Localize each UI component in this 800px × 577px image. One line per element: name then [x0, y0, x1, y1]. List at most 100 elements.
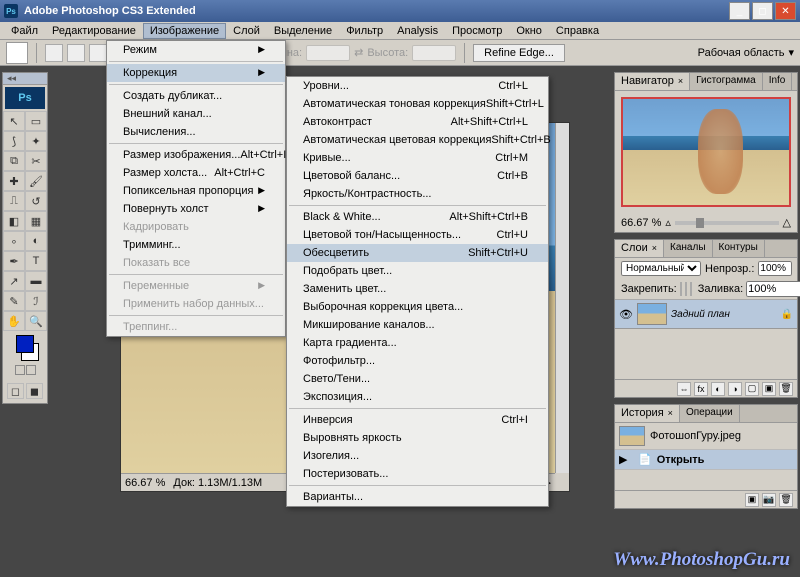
menu-item[interactable]: Свето/Тени... — [287, 370, 548, 388]
adjustment-icon[interactable]: ◑ — [728, 382, 742, 396]
menu-select[interactable]: Выделение — [267, 23, 339, 39]
menu-item[interactable]: ОбесцветитьShift+Ctrl+U — [287, 244, 548, 262]
dodge-tool[interactable]: ◐ — [25, 231, 47, 251]
marquee-rect-icon[interactable] — [45, 44, 63, 62]
menu-item[interactable]: Цветовой тон/Насыщенность...Ctrl+U — [287, 226, 548, 244]
menu-edit[interactable]: Редактирование — [45, 23, 143, 39]
menu-item[interactable]: Вычисления... — [107, 123, 285, 141]
menu-item[interactable]: АвтоконтрастAlt+Shift+Ctrl+L — [287, 113, 548, 131]
refine-edge-button[interactable]: Refine Edge... — [473, 44, 565, 62]
stamp-tool[interactable]: ⎍ — [3, 191, 25, 211]
zoom-value[interactable]: 66.67 % — [125, 477, 165, 489]
menu-help[interactable]: Справка — [549, 23, 606, 39]
eraser-tool[interactable]: ◧ — [3, 211, 25, 231]
menu-analysis[interactable]: Analysis — [390, 23, 445, 39]
menu-item[interactable]: Подобрать цвет... — [287, 262, 548, 280]
menu-file[interactable]: Файл — [4, 23, 45, 39]
tab-layers[interactable]: Слои× — [615, 240, 664, 257]
folder-icon[interactable]: ▢ — [745, 382, 759, 396]
tab-channels[interactable]: Каналы — [664, 240, 713, 257]
minimize-button[interactable]: _ — [729, 2, 750, 20]
menu-item[interactable]: Попиксельная пропорция▶ — [107, 182, 285, 200]
zoom-tool[interactable]: 🔍 — [25, 311, 47, 331]
menu-item[interactable]: Размер изображения...Alt+Ctrl+I — [107, 146, 285, 164]
fill-input[interactable] — [746, 281, 800, 297]
menu-item[interactable]: Постеризовать... — [287, 465, 548, 483]
menu-item[interactable]: Тримминг... — [107, 236, 285, 254]
pen-tool[interactable]: ✒ — [3, 251, 25, 271]
notes-tool[interactable]: ✎ — [3, 291, 25, 311]
opacity-input[interactable] — [758, 261, 792, 276]
type-tool[interactable]: T — [25, 251, 47, 271]
slice-tool[interactable]: ✂ — [25, 151, 47, 171]
workspace-label[interactable]: Рабочая область — [698, 47, 785, 59]
menu-item[interactable]: Автоматическая цветовая коррекцияShift+C… — [287, 131, 548, 149]
menu-item[interactable]: Коррекция▶ — [107, 64, 285, 82]
move-tool[interactable]: ↖ — [3, 111, 25, 131]
snapshot-icon[interactable]: 📷 — [762, 493, 776, 507]
menu-item[interactable]: Выборочная коррекция цвета... — [287, 298, 548, 316]
brush-tool[interactable]: 🖌 — [25, 171, 47, 191]
menu-item[interactable]: Выровнять яркость — [287, 429, 548, 447]
zoom-slider[interactable] — [675, 221, 779, 225]
foreground-swatch[interactable] — [16, 335, 34, 353]
tab-histogram[interactable]: Гистограмма — [690, 73, 763, 90]
menu-item[interactable]: Создать дубликат... — [107, 87, 285, 105]
zoom-in-icon[interactable]: △ — [783, 216, 791, 229]
menu-item[interactable]: ИнверсияCtrl+I — [287, 411, 548, 429]
wand-tool[interactable]: ✦ — [25, 131, 47, 151]
menu-item[interactable]: Размер холста...Alt+Ctrl+C — [107, 164, 285, 182]
tab-actions[interactable]: Операции — [680, 405, 740, 422]
blur-tool[interactable]: ∘ — [3, 231, 25, 251]
trash-icon[interactable]: 🗑 — [779, 382, 793, 396]
eyedropper-tool[interactable]: ℐ — [25, 291, 47, 311]
lock-all-icon[interactable] — [690, 282, 692, 296]
menu-item[interactable]: Уровни...Ctrl+L — [287, 77, 548, 95]
heal-tool[interactable]: ✚ — [3, 171, 25, 191]
menu-layer[interactable]: Слой — [226, 23, 267, 39]
tab-info[interactable]: Info — [763, 73, 793, 90]
menu-item[interactable]: Варианты... — [287, 488, 548, 506]
menu-item[interactable]: Кривые...Ctrl+M — [287, 149, 548, 167]
marquee-add-icon[interactable] — [67, 44, 85, 62]
history-brush-tool[interactable]: ↺ — [25, 191, 47, 211]
tab-navigator[interactable]: Навигатор× — [615, 73, 690, 90]
maximize-button[interactable]: ◻ — [752, 2, 773, 20]
blend-mode-select[interactable]: Нормальный — [621, 261, 701, 276]
new-layer-icon[interactable]: ▣ — [762, 382, 776, 396]
marquee-tool[interactable]: ▭ — [25, 111, 47, 131]
menu-item[interactable]: Режим▶ — [107, 41, 285, 59]
link-icon[interactable]: ⇔ — [677, 382, 691, 396]
menu-item[interactable]: Изогелия... — [287, 447, 548, 465]
menu-filter[interactable]: Фильтр — [339, 23, 390, 39]
shape-tool[interactable]: ▬ — [25, 271, 47, 291]
hand-tool[interactable]: ✋ — [3, 311, 25, 331]
new-doc-from-state-icon[interactable]: ▣ — [745, 493, 759, 507]
menu-item[interactable]: Внешний канал... — [107, 105, 285, 123]
gradient-tool[interactable]: ▦ — [25, 211, 47, 231]
vertical-scrollbar[interactable] — [555, 123, 569, 473]
default-colors-icon[interactable] — [15, 365, 25, 375]
layer-name[interactable]: Задний план — [671, 309, 777, 320]
history-snapshot[interactable]: ФотошопГуру.jpeg — [615, 423, 797, 450]
history-step[interactable]: ▶ 📄 Открыть — [615, 450, 797, 470]
menu-window[interactable]: Окно — [509, 23, 549, 39]
toolbox-grip[interactable]: ◂◂ — [3, 73, 47, 85]
layer-row[interactable]: 👁 Задний план 🔒 — [615, 300, 797, 329]
nav-zoom-value[interactable]: 66.67 % — [621, 217, 661, 229]
close-button[interactable]: ✕ — [775, 2, 796, 20]
trash-icon[interactable]: 🗑 — [779, 493, 793, 507]
standard-mode-icon[interactable]: ◻ — [7, 383, 24, 399]
lasso-tool[interactable]: ⟆ — [3, 131, 25, 151]
menu-item[interactable]: Карта градиента... — [287, 334, 548, 352]
tab-paths[interactable]: Контуры — [713, 240, 765, 257]
tab-history[interactable]: История× — [615, 405, 680, 422]
menu-item[interactable]: Black & White...Alt+Shift+Ctrl+B — [287, 208, 548, 226]
zoom-out-icon[interactable]: ▵ — [665, 216, 671, 229]
menu-item[interactable]: Яркость/Контрастность... — [287, 185, 548, 203]
fx-icon[interactable]: fx — [694, 382, 708, 396]
menu-item[interactable]: Автоматическая тоновая коррекцияShift+Ct… — [287, 95, 548, 113]
quickmask-mode-icon[interactable]: ◼ — [26, 383, 43, 399]
menu-image[interactable]: Изображение — [143, 23, 226, 39]
layer-thumb[interactable] — [637, 303, 667, 325]
